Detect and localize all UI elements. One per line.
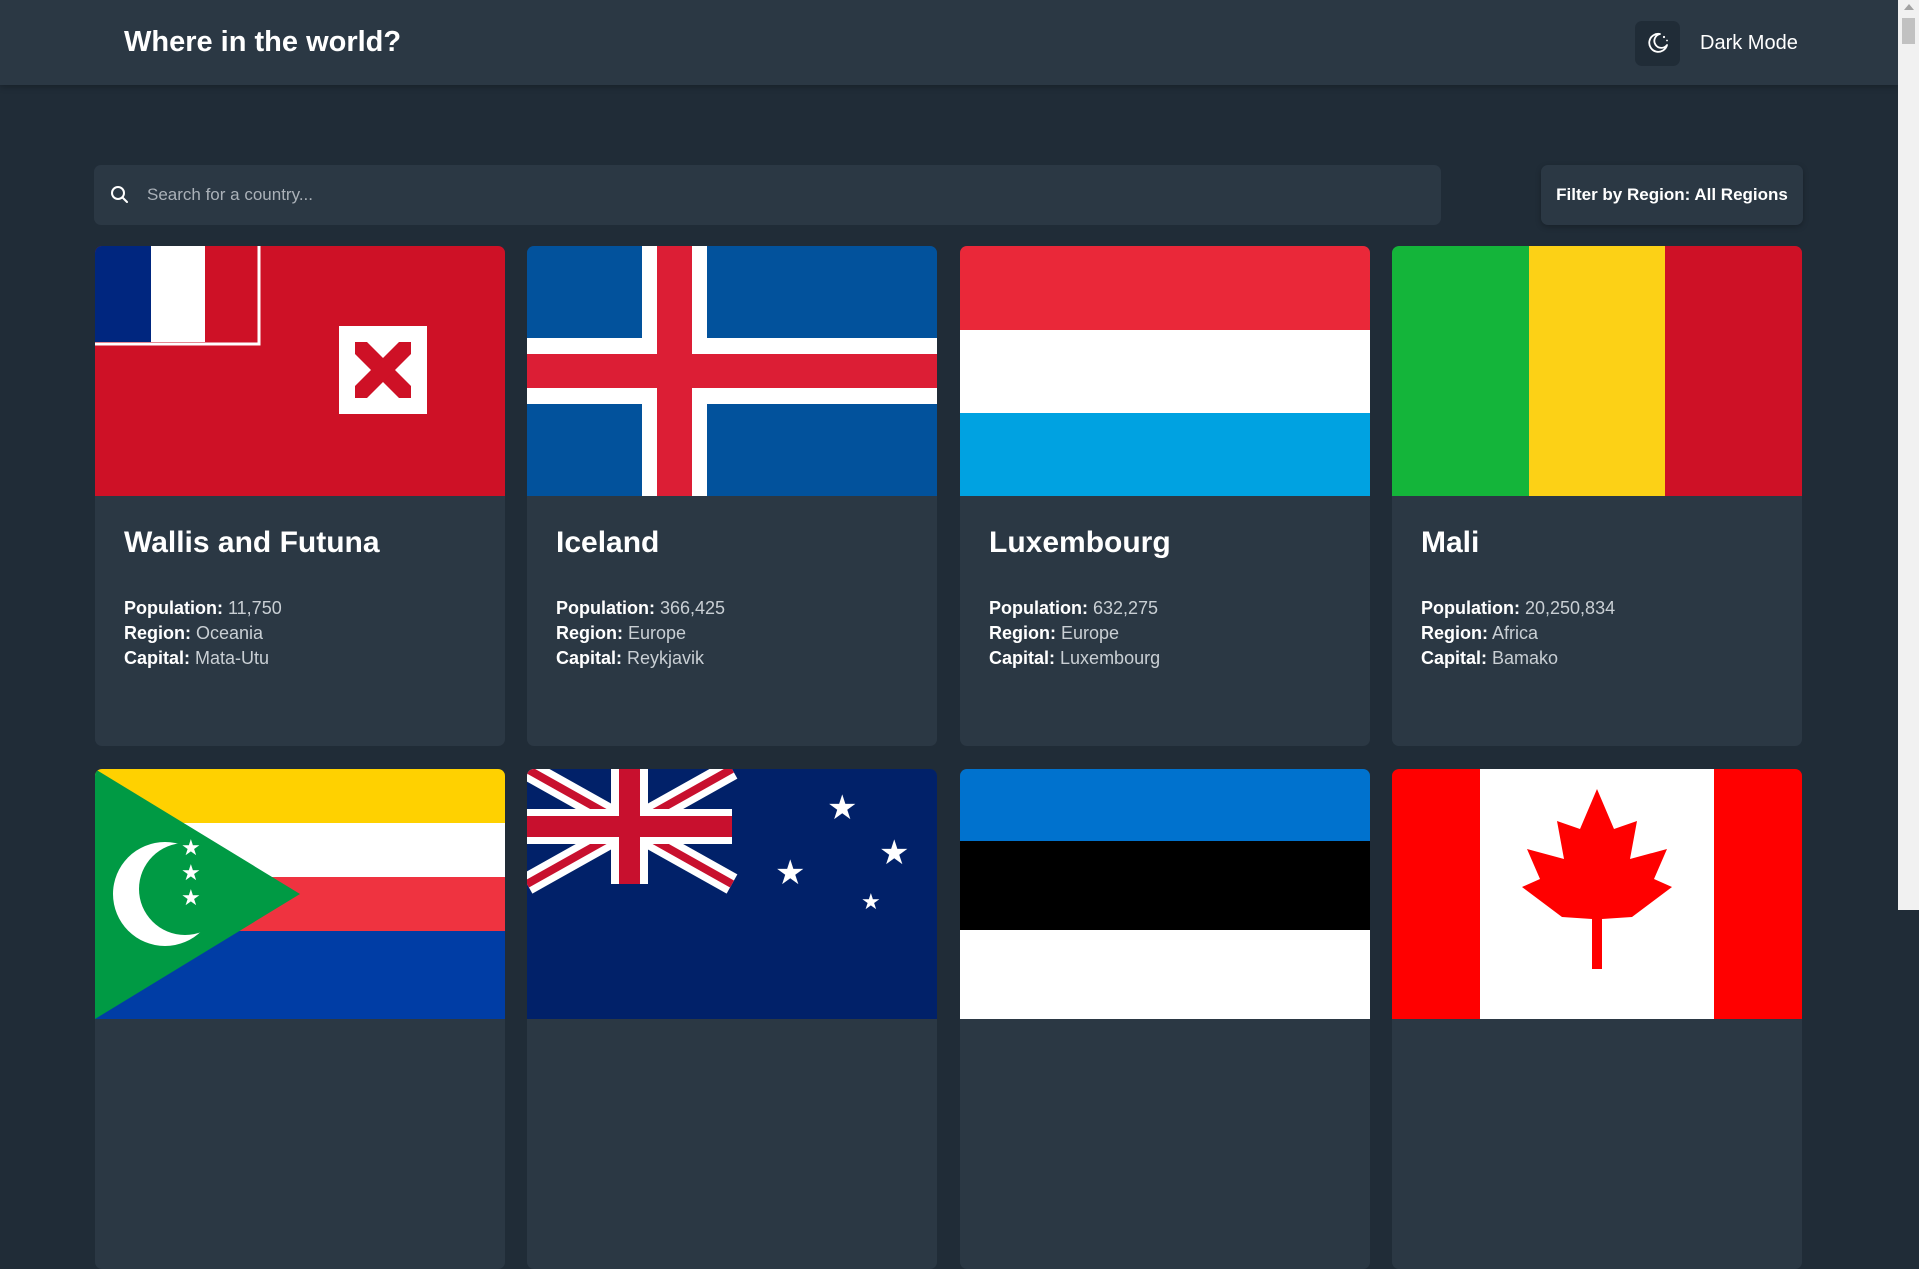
country-card-estonia[interactable] [960,769,1370,1269]
country-stats: Population: 632,275 Region: Europe Capit… [989,596,1160,671]
country-card-canada[interactable] [1392,769,1802,1269]
region-value: Europe [628,623,687,643]
canada-flag [1392,769,1802,1019]
capital-value: Luxembourg [1060,648,1161,668]
svg-text:★: ★ [879,834,909,872]
population-value: 366,425 [660,598,726,618]
country-name: Mali [1421,526,1480,559]
comoros-flag: ★ ★ ★ [95,769,505,1019]
population-value: 11,750 [228,598,282,618]
country-name: Luxembourg [989,526,1171,559]
iceland-flag [527,246,937,496]
luxembourg-flag [960,246,1370,496]
region-value: Africa [1492,623,1539,643]
svg-text:★: ★ [181,860,201,885]
country-card-comoros[interactable]: ★ ★ ★ [95,769,505,1269]
country-card-iceland[interactable]: Iceland Population: 366,425 Region: Euro… [527,246,937,746]
capital-label: Capital: [989,648,1056,668]
moon-icon[interactable] [1635,20,1680,66]
country-card-luxembourg[interactable]: Luxembourg Population: 632,275 Region: E… [960,246,1370,746]
australia-flag: ★ ★ ★ ★ [527,769,937,1019]
capital-value: Mata-Utu [195,648,270,668]
population-label: Population: [556,598,655,618]
region-value: Europe [1061,623,1120,643]
region-label: Region: [989,623,1056,643]
mali-flag [1392,246,1802,496]
capital-value: Reykjavik [627,648,705,668]
svg-text:★: ★ [181,835,201,860]
scrollbar-thumb[interactable] [1902,18,1915,44]
population-label: Population: [124,598,223,618]
region-label: Region: [1421,623,1488,643]
scrollbar[interactable] [1898,0,1919,910]
region-label: Region: [556,623,623,643]
population-value: 20,250,834 [1525,598,1616,618]
country-stats: Population: 11,750 Region: Oceania Capit… [124,596,282,671]
country-name: Wallis and Futuna [124,526,380,559]
region-label: Region: [124,623,191,643]
search-box[interactable] [94,165,1441,225]
dark-mode-toggle[interactable]: Dark Mode [1635,20,1798,66]
country-card-wallis-and-futuna[interactable]: Wallis and Futuna Population: 11,750 Reg… [95,246,505,746]
capital-label: Capital: [556,648,623,668]
country-stats: Population: 20,250,834 Region: Africa Ca… [1421,596,1615,671]
top-header: Where in the world? Dark Mode [0,0,1898,85]
svg-text:★: ★ [775,854,805,892]
estonia-flag [960,769,1370,1019]
population-value: 632,275 [1093,598,1159,618]
population-label: Population: [989,598,1088,618]
country-card-australia[interactable]: ★ ★ ★ ★ [527,769,937,1269]
app-title: Where in the world? [124,26,402,58]
svg-text:★: ★ [827,789,857,827]
population-label: Population: [1421,598,1520,618]
svg-text:★: ★ [181,885,201,910]
region-value: Oceania [196,623,264,643]
capital-label: Capital: [124,648,191,668]
capital-value: Bamako [1492,648,1559,668]
scroll-up-arrow-icon[interactable] [1904,4,1914,10]
country-name: Iceland [556,526,660,559]
wallis-futuna-flag [95,246,505,496]
country-card-mali[interactable]: Mali Population: 20,250,834 Region: Afri… [1392,246,1802,746]
capital-label: Capital: [1421,648,1488,668]
search-input[interactable] [145,184,1409,206]
region-filter-button[interactable]: Filter by Region: All Regions [1541,165,1803,225]
mode-label[interactable]: Dark Mode [1700,32,1798,55]
country-stats: Population: 366,425 Region: Europe Capit… [556,596,725,671]
search-icon [111,186,128,203]
svg-text:★: ★ [861,889,881,914]
